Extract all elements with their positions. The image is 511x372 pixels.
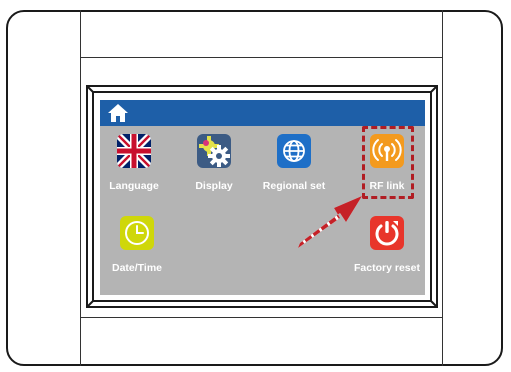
pointer-arrow-icon (298, 196, 362, 248)
